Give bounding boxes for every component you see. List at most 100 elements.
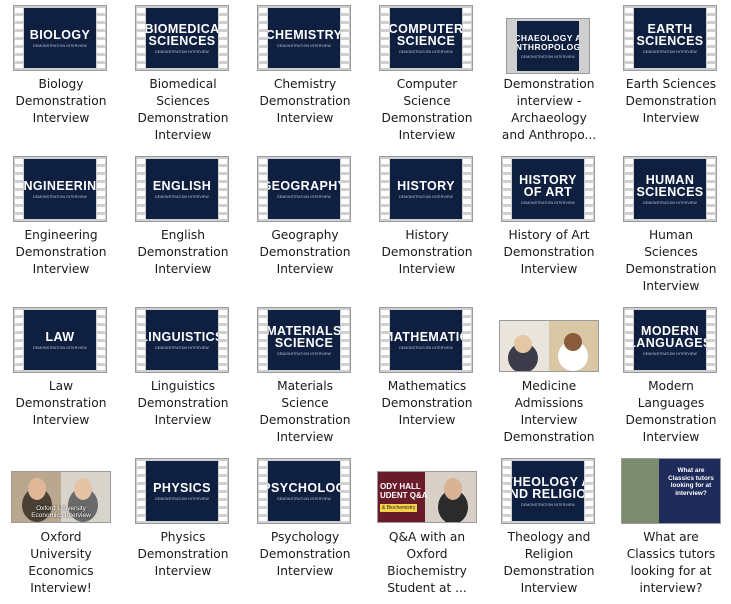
video-item[interactable]: COMPUTER SCIENCE DEMONSTRATION INTERVIEW Co… bbox=[366, 0, 488, 151]
thumbnail-subtitle: DEMONSTRATION INTERVIEW bbox=[399, 345, 453, 350]
video-title-line: Materials bbox=[277, 379, 333, 393]
video-title[interactable]: Law Demonstration Interview bbox=[0, 378, 122, 429]
video-title[interactable]: Q&A with an Oxford Biochemistry Student at … bbox=[366, 529, 488, 597]
video-title[interactable]: Demonstration interview - Archaeology and A… bbox=[488, 76, 610, 144]
video-title[interactable]: What are Classics tutors looking for at int… bbox=[610, 529, 731, 597]
video-title[interactable]: Human Sciences Demonstration Interview bbox=[610, 227, 731, 295]
thumbnail-title-line: SCIENCE bbox=[274, 335, 334, 350]
video-item[interactable]: MATERIALS SCIENCE DEMONSTRATION INTERVIEW M… bbox=[244, 302, 366, 453]
video-title-line: Interview bbox=[154, 413, 212, 427]
video-item[interactable]: HISTORY DEMONSTRATION INTERVIEW History Dem… bbox=[366, 151, 488, 302]
video-item[interactable]: HISTORY OF ART DEMONSTRATION INTERVIEW Hist… bbox=[488, 151, 610, 302]
film-perforation-right bbox=[219, 461, 227, 521]
video-title[interactable]: Chemistry Demonstration Interview bbox=[244, 76, 366, 127]
video-item[interactable]: What are Classics tutors looking for at int… bbox=[610, 453, 731, 604]
video-item[interactable]: BIOLOGY DEMONSTRATION INTERVIEW Biology Dem… bbox=[0, 0, 122, 151]
thumbnail-title-line: THEOLOGY A bbox=[512, 474, 584, 489]
film-perforation-right bbox=[463, 8, 471, 68]
video-title-line: English bbox=[160, 228, 205, 242]
video-title[interactable]: Geography Demonstration Interview bbox=[244, 227, 366, 278]
video-title-line: Interview bbox=[520, 262, 578, 276]
video-item[interactable]: MODERNLANGUAGESDEMONSTRATION INTERVIEW Mo… bbox=[610, 302, 731, 453]
person-avatar bbox=[444, 478, 462, 500]
classics-promo-image: What are Classics tutors looking for at int… bbox=[621, 458, 721, 524]
thumbnail-overlay-text: Oxford University Economics Interview bbox=[12, 505, 110, 519]
film-perforation-left bbox=[137, 310, 145, 370]
thumbnail-subtitle: DEMONSTRATION INTERVIEW bbox=[155, 345, 209, 350]
video-title[interactable]: Medicine Admissions Interview Demonstration bbox=[488, 378, 610, 446]
video-title[interactable]: Mathematics Demonstration Interview bbox=[366, 378, 488, 429]
video-item[interactable]: ARCHAEOLOGY ANDANTHROPOLOGYDEMONSTRATION… bbox=[488, 0, 610, 151]
video-item[interactable]: GEOGRAPHYDEMONSTRATION INTERVIEW Geograph… bbox=[244, 151, 366, 302]
video-title[interactable]: Biomedical Sciences Demonstration Interview bbox=[122, 76, 244, 144]
video-item[interactable]: PSYCHOLOGDEMONSTRATION INTERVIEW Psycholo… bbox=[244, 453, 366, 604]
video-title[interactable]: Computer Science Demonstration Interview bbox=[366, 76, 488, 144]
thumbnail-title-card: MODERNLANGUAGESDEMONSTRATION INTERVIEW bbox=[634, 310, 706, 370]
film-strip-frame: EARTH SCIENCES DEMONSTRATION INTERVIEW bbox=[623, 5, 717, 71]
video-title[interactable]: English Demonstration Interview bbox=[122, 227, 244, 278]
video-title-line: Psychology bbox=[270, 530, 340, 544]
film-perforation-left bbox=[381, 8, 389, 68]
video-title[interactable]: History Demonstration Interview bbox=[366, 227, 488, 278]
video-title[interactable]: Materials Science Demonstration Interview bbox=[244, 378, 366, 446]
thumbnail-title-card: HUMAN SCIENCES DEMONSTRATION INTERVIEW bbox=[634, 159, 706, 219]
person-avatar bbox=[28, 478, 46, 500]
person-avatar bbox=[564, 333, 582, 351]
video-item[interactable]: MATHEMATICDEMONSTRATION INTERVIEW Mathema… bbox=[366, 302, 488, 453]
video-title[interactable]: Earth Sciences Demonstration Interview bbox=[610, 76, 731, 127]
video-title-line: Theology and bbox=[507, 530, 591, 544]
thumbnail-subtitle: DEMONSTRATION INTERVIEW bbox=[33, 43, 87, 48]
video-item[interactable]: THEOLOGY AND RELIGIODEMONSTRATION INTERV… bbox=[488, 453, 610, 604]
thumbnail-title-line: LINGUISTICS bbox=[146, 329, 218, 344]
thumbnail-subtitle: DEMONSTRATION INTERVIEW bbox=[155, 49, 209, 54]
video-item[interactable]: PHYSICS DEMONSTRATION INTERVIEW Physics Dem… bbox=[122, 453, 244, 604]
video-title-line: Interview bbox=[276, 111, 334, 125]
video-title-line: Interview bbox=[398, 128, 456, 142]
video-title[interactable]: Linguistics Demonstration Interview bbox=[122, 378, 244, 429]
film-perforation-left bbox=[381, 159, 389, 219]
video-title-line: Science bbox=[403, 94, 451, 108]
video-item[interactable]: Oxford University Economics Interview Oxfo… bbox=[0, 453, 122, 604]
thumbnail-title-card: MATHEMATICDEMONSTRATION INTERVIEW bbox=[390, 310, 462, 370]
thumbnail-subtitle: DEMONSTRATION INTERVIEW bbox=[521, 200, 575, 205]
video-title-line: Demonstration bbox=[15, 94, 107, 108]
thumbnail-subtitle: DEMONSTRATION INTERVIEW bbox=[277, 43, 331, 48]
video-item[interactable]: ODY HALL UDENT Q&A & Biochemistry Q&A with … bbox=[366, 453, 488, 604]
video-title[interactable]: Modern Languages Demonstration Interview bbox=[610, 378, 731, 446]
video-title[interactable]: Biology Demonstration Interview bbox=[0, 76, 122, 127]
film-perforation-left bbox=[137, 159, 145, 219]
video-item[interactable]: Medicine Admissions Interview Demonstration bbox=[488, 302, 610, 453]
thumbnail-title-line: GEOGRAPHY bbox=[268, 178, 340, 193]
video-title[interactable]: Physics Demonstration Interview bbox=[122, 529, 244, 580]
video-item[interactable]: BIOMEDICA SCIENCES DEMONSTRATION INTERVIEW… bbox=[122, 0, 244, 151]
video-title[interactable]: Psychology Demonstration Interview bbox=[244, 529, 366, 580]
film-perforation-right bbox=[219, 8, 227, 68]
film-strip-frame: BIOMEDICA SCIENCES DEMONSTRATION INTERVIEW bbox=[135, 5, 229, 71]
video-item[interactable]: NGINEERIN DEMONSTRATION INTERVIEW Engineer… bbox=[0, 151, 122, 302]
video-title-line: Physics bbox=[160, 530, 206, 544]
video-item[interactable]: LINGUISTICSDEMONSTRATION INTERVIEW Lingui… bbox=[122, 302, 244, 453]
film-perforation-right bbox=[707, 310, 715, 370]
film-perforation-right bbox=[219, 310, 227, 370]
thumbnail-subtitle: DEMONSTRATION INTERVIEW bbox=[399, 49, 453, 54]
video-title-line: Demonstration bbox=[15, 396, 107, 410]
video-title[interactable]: Theology and Religion Demonstration Intervi… bbox=[488, 529, 610, 597]
video-item[interactable]: LAW DEMONSTRATION INTERVIEW Law Demonstrati… bbox=[0, 302, 122, 453]
thumbnail-subtitle: DEMONSTRATION INTERVIEW bbox=[399, 194, 453, 199]
film-perforation-right bbox=[219, 159, 227, 219]
video-title[interactable]: Engineering Demonstration Interview bbox=[0, 227, 122, 278]
video-title-line: Archaeology bbox=[511, 111, 587, 125]
video-title[interactable]: History of Art Demonstration Interview bbox=[488, 227, 610, 278]
video-title-line: Interview bbox=[276, 430, 334, 444]
video-item[interactable]: ENGLISH DEMONSTRATION INTERVIEW English Dem… bbox=[122, 151, 244, 302]
video-title-line: Interview bbox=[32, 413, 90, 427]
video-item[interactable]: CHEMISTRY DEMONSTRATION INTERVIEW Chemistr… bbox=[244, 0, 366, 151]
video-item[interactable]: EARTH SCIENCES DEMONSTRATION INTERVIEW Eart… bbox=[610, 0, 731, 151]
video-title-line: Interview bbox=[642, 111, 700, 125]
video-title[interactable]: Oxford University Economics Interview! bbox=[0, 529, 122, 597]
qa-title-block: ODY HALL UDENT Q&A bbox=[380, 482, 428, 500]
video-title-line: Mathematics bbox=[387, 379, 467, 393]
video-item[interactable]: HUMAN SCIENCES DEMONSTRATION INTERVIEW Huma… bbox=[610, 151, 731, 302]
film-perforation-left bbox=[259, 461, 267, 521]
thumbnail-title-line: SCIENCES bbox=[636, 33, 704, 48]
